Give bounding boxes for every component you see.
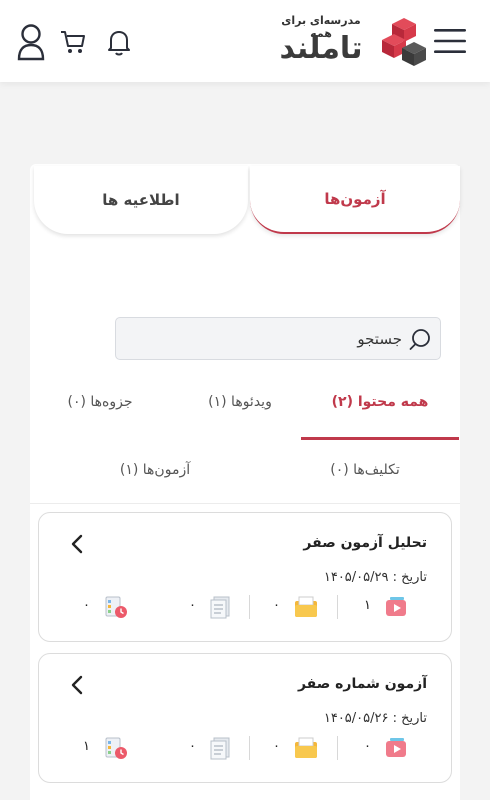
stat-value: ۰ [273, 598, 280, 613]
search-icon[interactable] [408, 327, 432, 351]
filter-tab-assignments[interactable]: تکلیف‌ها (۰) [290, 458, 440, 482]
chevron-left-icon[interactable] [69, 533, 85, 555]
stat-videos: ۰ [339, 734, 429, 762]
stat-value: ۰ [83, 598, 90, 613]
quiz-icon [105, 596, 127, 618]
search-box [115, 317, 441, 360]
item-date: تاریخ : ۱۴۰۵/۰۵/۲۹ [323, 570, 427, 585]
tab-announcements[interactable]: اطلاعیه ها [34, 166, 248, 234]
stat-documents: ۰ [159, 593, 249, 621]
stat-quizzes: ۰ [69, 593, 159, 621]
menu-icon[interactable] [430, 26, 470, 56]
chevron-left-icon[interactable] [69, 674, 85, 696]
filter-tab-videos[interactable]: ویدئوها (۱) [180, 390, 300, 414]
item-stats: ۰ ۰ ۰ ۱ [69, 734, 429, 762]
folder-icon [295, 737, 317, 758]
item-title: تحلیل آزمون صفر [303, 535, 427, 551]
divider [30, 503, 460, 504]
filter-tab-all[interactable]: همه محتوا (۲) [301, 390, 459, 440]
top-tabs: اطلاعیه ها آزمون‌ها [30, 164, 460, 236]
item-date: تاریخ : ۱۴۰۵/۰۵/۲۶ [323, 711, 427, 726]
filter-tab-exams[interactable]: آزمون‌ها (۱) [80, 458, 230, 482]
stat-value: ۱ [364, 598, 371, 613]
user-icon[interactable] [14, 22, 48, 62]
stat-value: ۰ [364, 739, 371, 754]
search-input[interactable] [142, 329, 402, 348]
brand-logo[interactable]: مدرسه‌ای برای همه تاملند [266, 14, 426, 70]
logo-mark-icon [382, 18, 426, 66]
divider [249, 736, 250, 760]
logo-name: تاملند [279, 31, 363, 66]
stat-value: ۰ [273, 739, 280, 754]
stat-quizzes: ۱ [69, 734, 159, 762]
folder-icon [295, 596, 317, 617]
stat-folders: ۰ [249, 734, 339, 762]
stat-documents: ۰ [159, 734, 249, 762]
stat-value: ۰ [189, 598, 196, 613]
stat-folders: ۰ [249, 593, 339, 621]
content-item[interactable]: تحلیل آزمون صفر تاریخ : ۱۴۰۵/۰۵/۲۹ ۱ ۰ ۰… [38, 512, 452, 642]
app-header: مدرسه‌ای برای همه تاملند [0, 0, 490, 82]
stat-value: ۰ [189, 739, 196, 754]
video-icon [386, 738, 406, 757]
document-icon [210, 596, 230, 619]
content-card: اطلاعیه ها آزمون‌ها همه محتوا (۲) ویدئوه… [30, 164, 460, 800]
video-icon [386, 597, 406, 616]
content-item[interactable]: آزمون شماره صفر تاریخ : ۱۴۰۵/۰۵/۲۶ ۰ ۰ ۰… [38, 653, 452, 783]
document-icon [210, 737, 230, 760]
filter-tab-pamphlets[interactable]: جزوه‌ها (۰) [40, 390, 160, 414]
cart-icon[interactable] [58, 27, 88, 57]
stat-value: ۱ [83, 739, 90, 754]
bell-icon[interactable] [104, 26, 134, 58]
quiz-icon [105, 737, 127, 759]
item-stats: ۱ ۰ ۰ ۰ [69, 593, 429, 621]
divider [249, 595, 250, 619]
stat-videos: ۱ [339, 593, 429, 621]
tab-exams[interactable]: آزمون‌ها [250, 166, 460, 234]
item-title: آزمون شماره صفر [297, 676, 427, 692]
